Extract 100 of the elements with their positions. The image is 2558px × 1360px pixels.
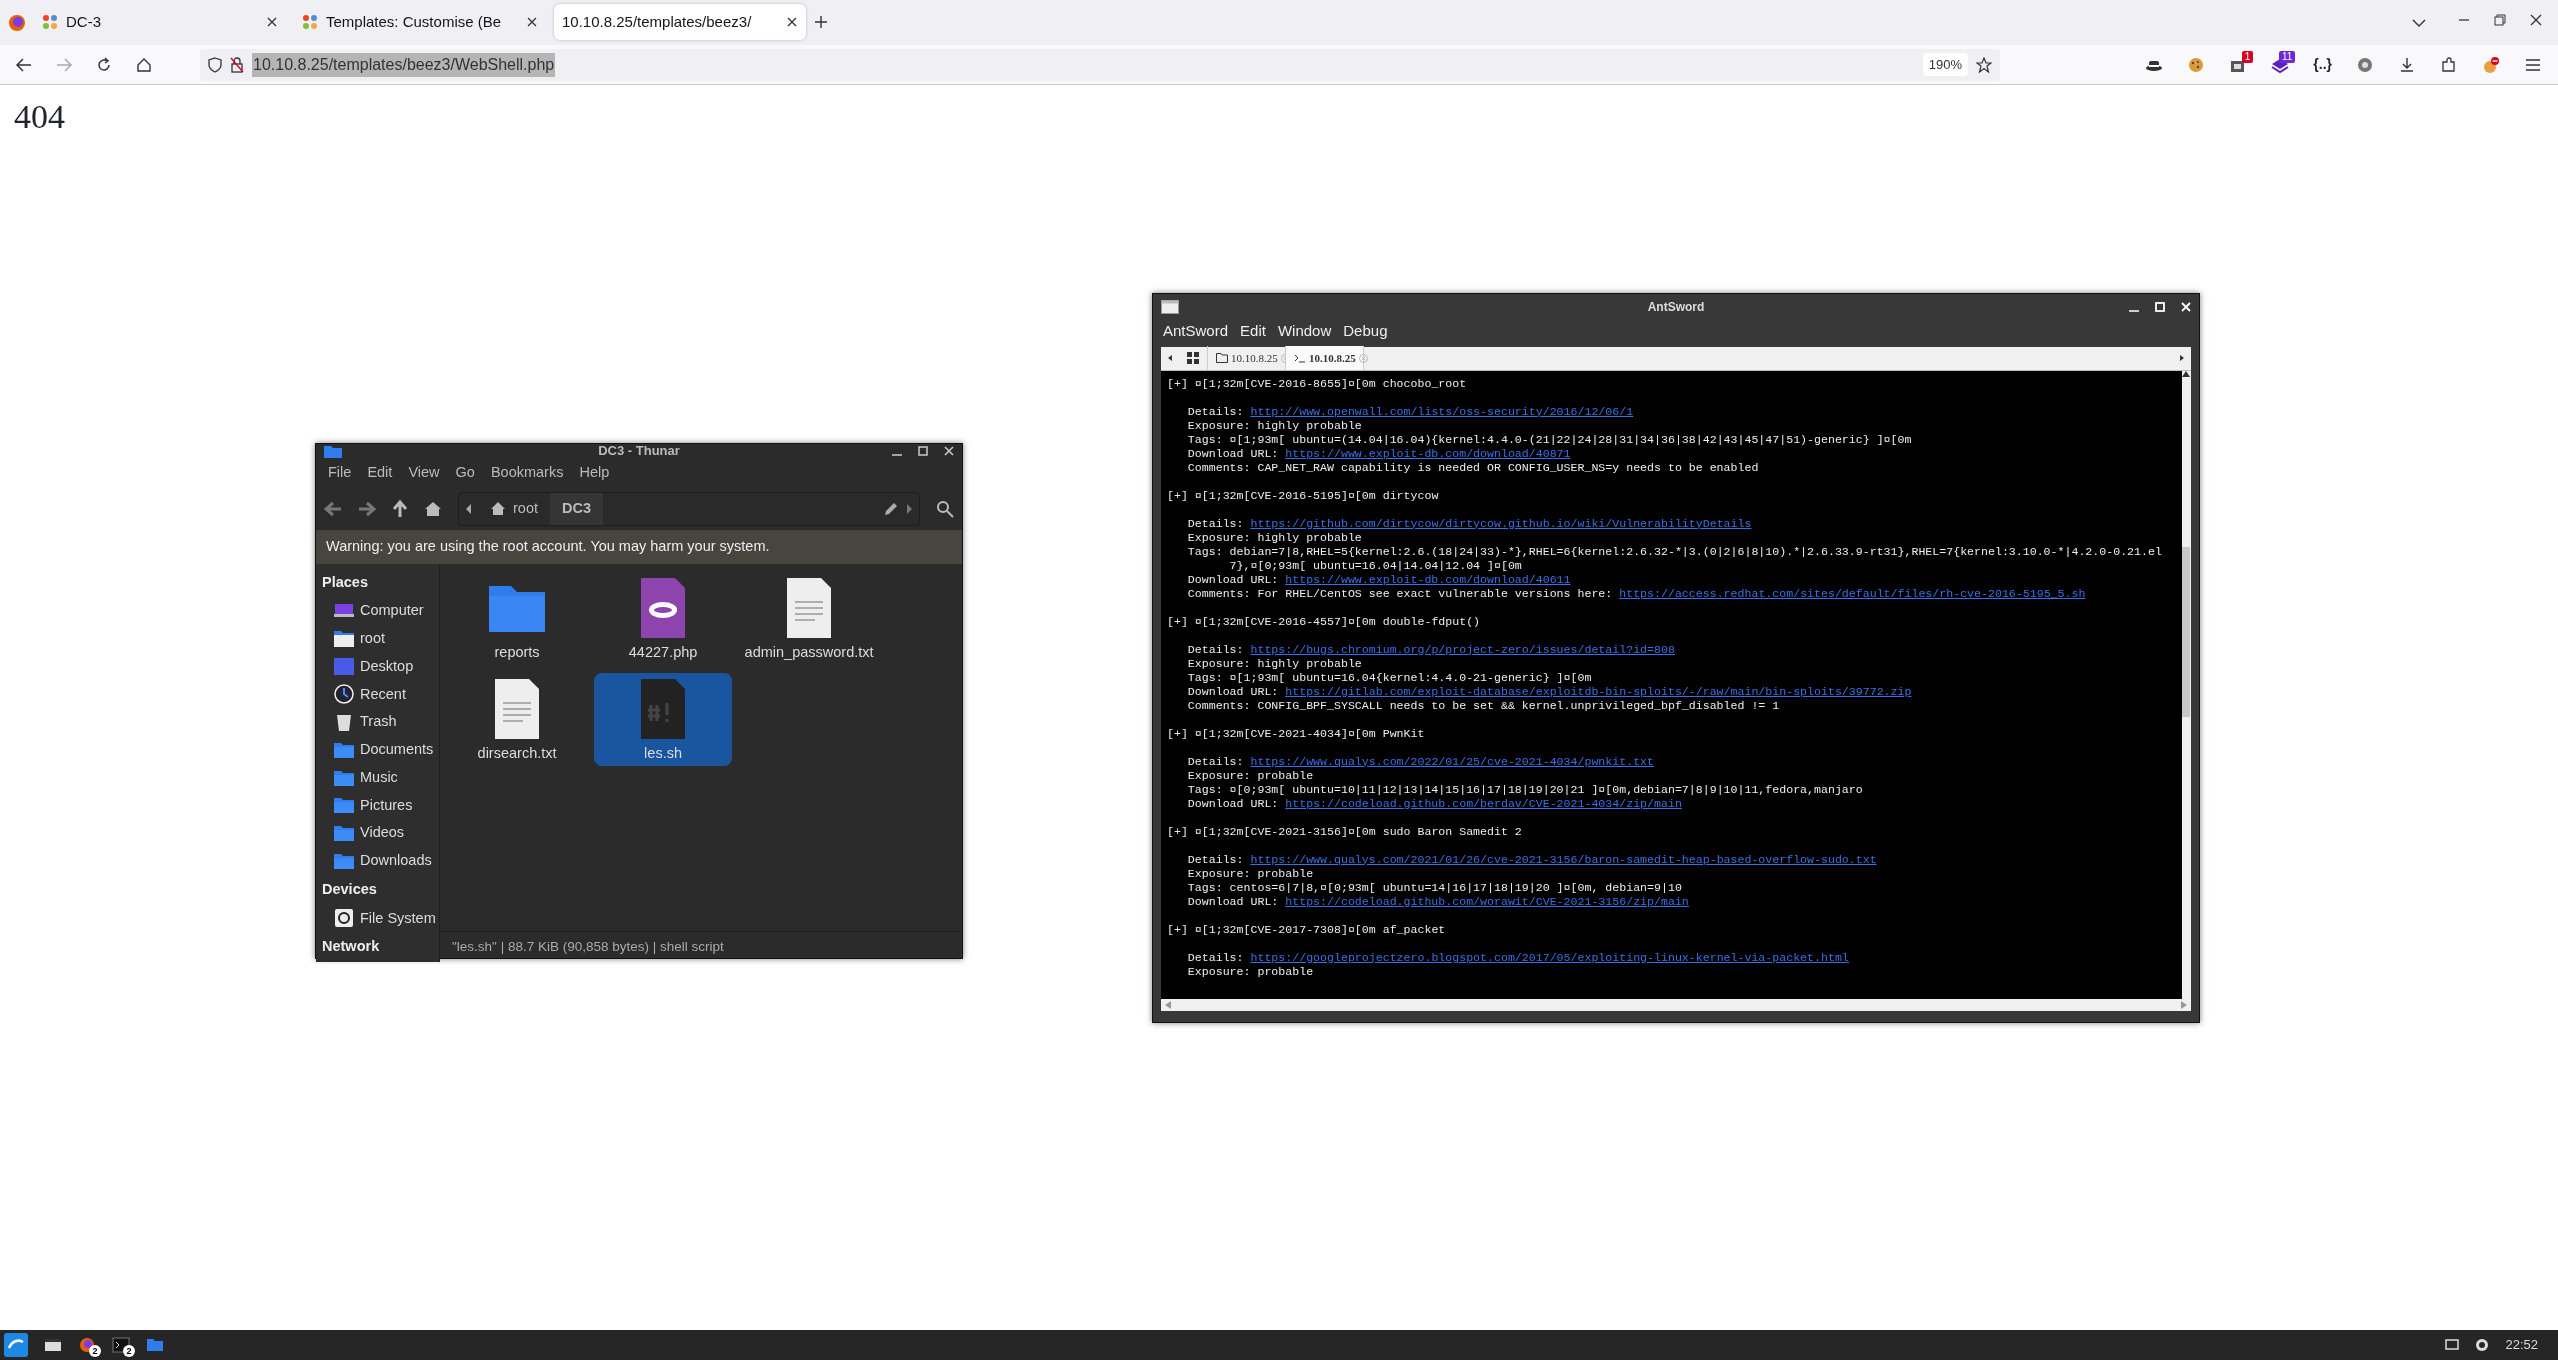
terminal-line: Exposure: highly probable — [1186, 530, 1363, 545]
sidebar-label[interactable]: Desktop — [360, 655, 414, 678]
menu-item[interactable]: Bookmarks — [482, 462, 572, 484]
sidebar-label[interactable]: Documents — [360, 739, 434, 761]
terminal-line: Exposure: highly probable — [1186, 418, 1363, 433]
terminal-line: Download URL: https://gitlab.com/exploit-database/exploitdb-bin-sploits/-/raw/main/bin-sploits/39772.zip — [1186, 684, 1913, 699]
terminal-line: Tags: debian=7|8,RHEL=5{kernel:2.6.(18|24|33)-*},RHEL=6{kernel:2.6.32-*|3.(0|2|6|8|10).*|2.6.33.9-rt31},RHEL=7{kernel:3.10.0-*|4.2.0-0.21.el7},¤[0;93m[ ubuntu=16.04|14.04|12.04 ]¤[0m — [1186, 544, 2163, 573]
power-icon[interactable] — [2475, 1338, 2490, 1352]
search-icon[interactable] — [936, 499, 954, 518]
icon-view-item[interactable]: admin_password.txt — [740, 571, 879, 665]
terminal-icon — [1294, 353, 1306, 363]
terminal-line: Details: https://googleprojectzero.blogspot.com/2017/05/exploiting-linux-kernel-via-packet.html — [1186, 950, 1850, 965]
cookie-icon[interactable] — [2187, 55, 2206, 74]
up-arrow-icon[interactable] — [392, 499, 408, 518]
menu-item[interactable]: Window — [1271, 320, 1338, 343]
sidebar-label[interactable]: Recent — [360, 683, 406, 706]
home-folder-icon — [334, 628, 354, 649]
path-crumb[interactable]: root — [479, 492, 550, 525]
puzzle-icon[interactable] — [2440, 55, 2458, 74]
menu-item[interactable]: Go — [447, 462, 483, 484]
sidebar-label[interactable]: Computer — [360, 600, 424, 622]
reload-icon[interactable] — [96, 56, 112, 73]
terminal-line: Comments: For RHEL/CentOS see exact vulnerable versions here: https://access.redhat.com/sites/default/files/rh-cve-2016-5195_5.sh — [1186, 586, 2087, 601]
menu-item[interactable]: AntSword — [1157, 320, 1235, 343]
browser-tab[interactable]: 10.10.8.25/templates/beez3/ — [554, 4, 806, 40]
url-field[interactable]: 10.10.8.25/templates/beez3/WebShell.php — [252, 52, 556, 77]
forward-icon[interactable] — [358, 500, 376, 517]
home-icon[interactable] — [136, 56, 152, 73]
menu-item[interactable]: Edit — [359, 462, 401, 484]
terminal-line: [+] ¤[1;32m[CVE-2021-4034]¤[0m PwnKit — [1167, 726, 1426, 741]
start-menu-icon[interactable] — [4, 1333, 28, 1357]
tab-label: 10.10.8.25 — [1231, 350, 1278, 366]
download-icon[interactable] — [2398, 55, 2416, 74]
terminal-line: [+] ¤[1;32m[CVE-2017-7308]¤[0m af_packet — [1167, 922, 1447, 937]
browser-tab[interactable]: Templates: Customise (Be — [294, 4, 546, 40]
scrollbar[interactable] — [2181, 370, 2191, 999]
edit-pencil-icon[interactable] — [883, 500, 899, 517]
close-icon[interactable] — [786, 16, 798, 28]
terminal-line: Download URL: https://www.exploit-db.com/download/40871 — [1186, 446, 1572, 461]
browser-logo-icon[interactable] — [8, 14, 26, 32]
joomla-icon — [42, 14, 58, 30]
shield-icon — [208, 56, 222, 73]
maximize-icon[interactable] — [918, 446, 928, 456]
home-icon[interactable] — [424, 500, 442, 517]
folder-icon — [324, 444, 342, 458]
blocker-icon[interactable] — [2482, 55, 2500, 74]
bookmark-star-icon[interactable] — [1976, 56, 1992, 73]
trash-icon — [334, 712, 354, 733]
menu-item[interactable]: Edit — [1234, 320, 1272, 343]
window-title: AntSword — [1647, 299, 1705, 316]
sidebar-label[interactable]: File System — [360, 907, 436, 930]
icon-view-item[interactable]: les.sh — [594, 672, 733, 767]
tab-title: DC-3 — [66, 11, 102, 32]
terminal-line: [+] ¤[1;32m[CVE-2016-8655]¤[0m chocobo_root — [1167, 376, 1468, 391]
grid-icon[interactable] — [1187, 352, 1199, 364]
icon-view-item[interactable]: 44227.php — [594, 571, 733, 665]
menu-item[interactable]: Help — [571, 462, 618, 484]
menu-item[interactable]: Debug — [1337, 320, 1394, 343]
settings-icon[interactable] — [2356, 55, 2374, 74]
terminal-line: Details: https://www.qualys.com/2021/01/26/cve-2021-3156/baron-samedit-heap-based-overflow-sudo.txt — [1186, 852, 1878, 867]
browser-tab[interactable]: DC-3 — [34, 4, 286, 40]
clock[interactable]: 22:52 — [2505, 1335, 2538, 1355]
terminal-line: Tags: ¤[0;93m[ ubuntu=10|11|12|13|14|15|16|17|18|19|20|21 ]¤[0m,debian=7|8|9|10|11,fedora,manjaro — [1186, 782, 1864, 797]
sidebar-heading: Network — [321, 937, 381, 957]
terminal-icon[interactable] — [112, 1336, 130, 1354]
zoom-level[interactable]: 190% — [1922, 52, 1968, 77]
scroll-thumb[interactable] — [2182, 546, 2191, 717]
back-icon[interactable] — [16, 57, 32, 72]
menu-item[interactable]: View — [400, 462, 448, 484]
icon-view-item[interactable]: reports — [448, 571, 587, 665]
terminal-line: Exposure: probable — [1186, 964, 1315, 979]
sidebar-label[interactable]: Downloads — [360, 850, 432, 872]
warning-banner: Warning: you are using the root account. You may harm your system. — [316, 529, 962, 564]
notification-icon[interactable] — [2445, 1339, 2460, 1351]
terminal-line: Download URL: https://codeload.github.com/berdav/CVE-2021-4034/zip/main — [1186, 796, 1683, 811]
close-icon[interactable] — [526, 16, 538, 28]
sidebar-label[interactable]: Trash — [360, 711, 397, 733]
close-icon[interactable] — [2530, 14, 2542, 26]
menu-item[interactable]: File — [320, 462, 360, 484]
terminal-line: Details: https://www.qualys.com/2022/01/25/cve-2021-4034/pwnkit.txt — [1186, 754, 1655, 769]
tab-list-icon[interactable] — [2412, 18, 2426, 28]
sidebar-label[interactable]: Music — [360, 766, 398, 789]
page-heading: 404 — [14, 97, 65, 137]
new-tab-icon[interactable] — [814, 15, 828, 29]
close-icon[interactable] — [266, 16, 278, 28]
icon-view-item[interactable]: dirsearch.txt — [448, 672, 587, 767]
terminal-line: Download URL: https://www.exploit-db.com/download/40611 — [1186, 572, 1572, 587]
terminal-line: Exposure: highly probable — [1186, 656, 1363, 671]
window-icon — [1161, 300, 1179, 314]
extension-label[interactable]: {..} — [2313, 54, 2332, 75]
window-icon[interactable] — [44, 1336, 62, 1354]
insecure-lock-icon[interactable] — [230, 56, 244, 73]
folder-icon[interactable] — [146, 1336, 164, 1354]
sidebar-label[interactable]: root — [360, 628, 385, 650]
sidebar-label[interactable]: Videos — [360, 822, 405, 844]
path-crumb[interactable]: DC3 — [550, 492, 603, 525]
terminal-line: Exposure: probable — [1186, 768, 1315, 783]
restore-icon[interactable] — [2494, 14, 2506, 26]
sidebar-label[interactable]: Pictures — [360, 794, 413, 817]
terminal-line: Details: https://github.com/dirtycow/dirtycow.github.io/wiki/VulnerabilityDetails — [1186, 516, 1753, 531]
